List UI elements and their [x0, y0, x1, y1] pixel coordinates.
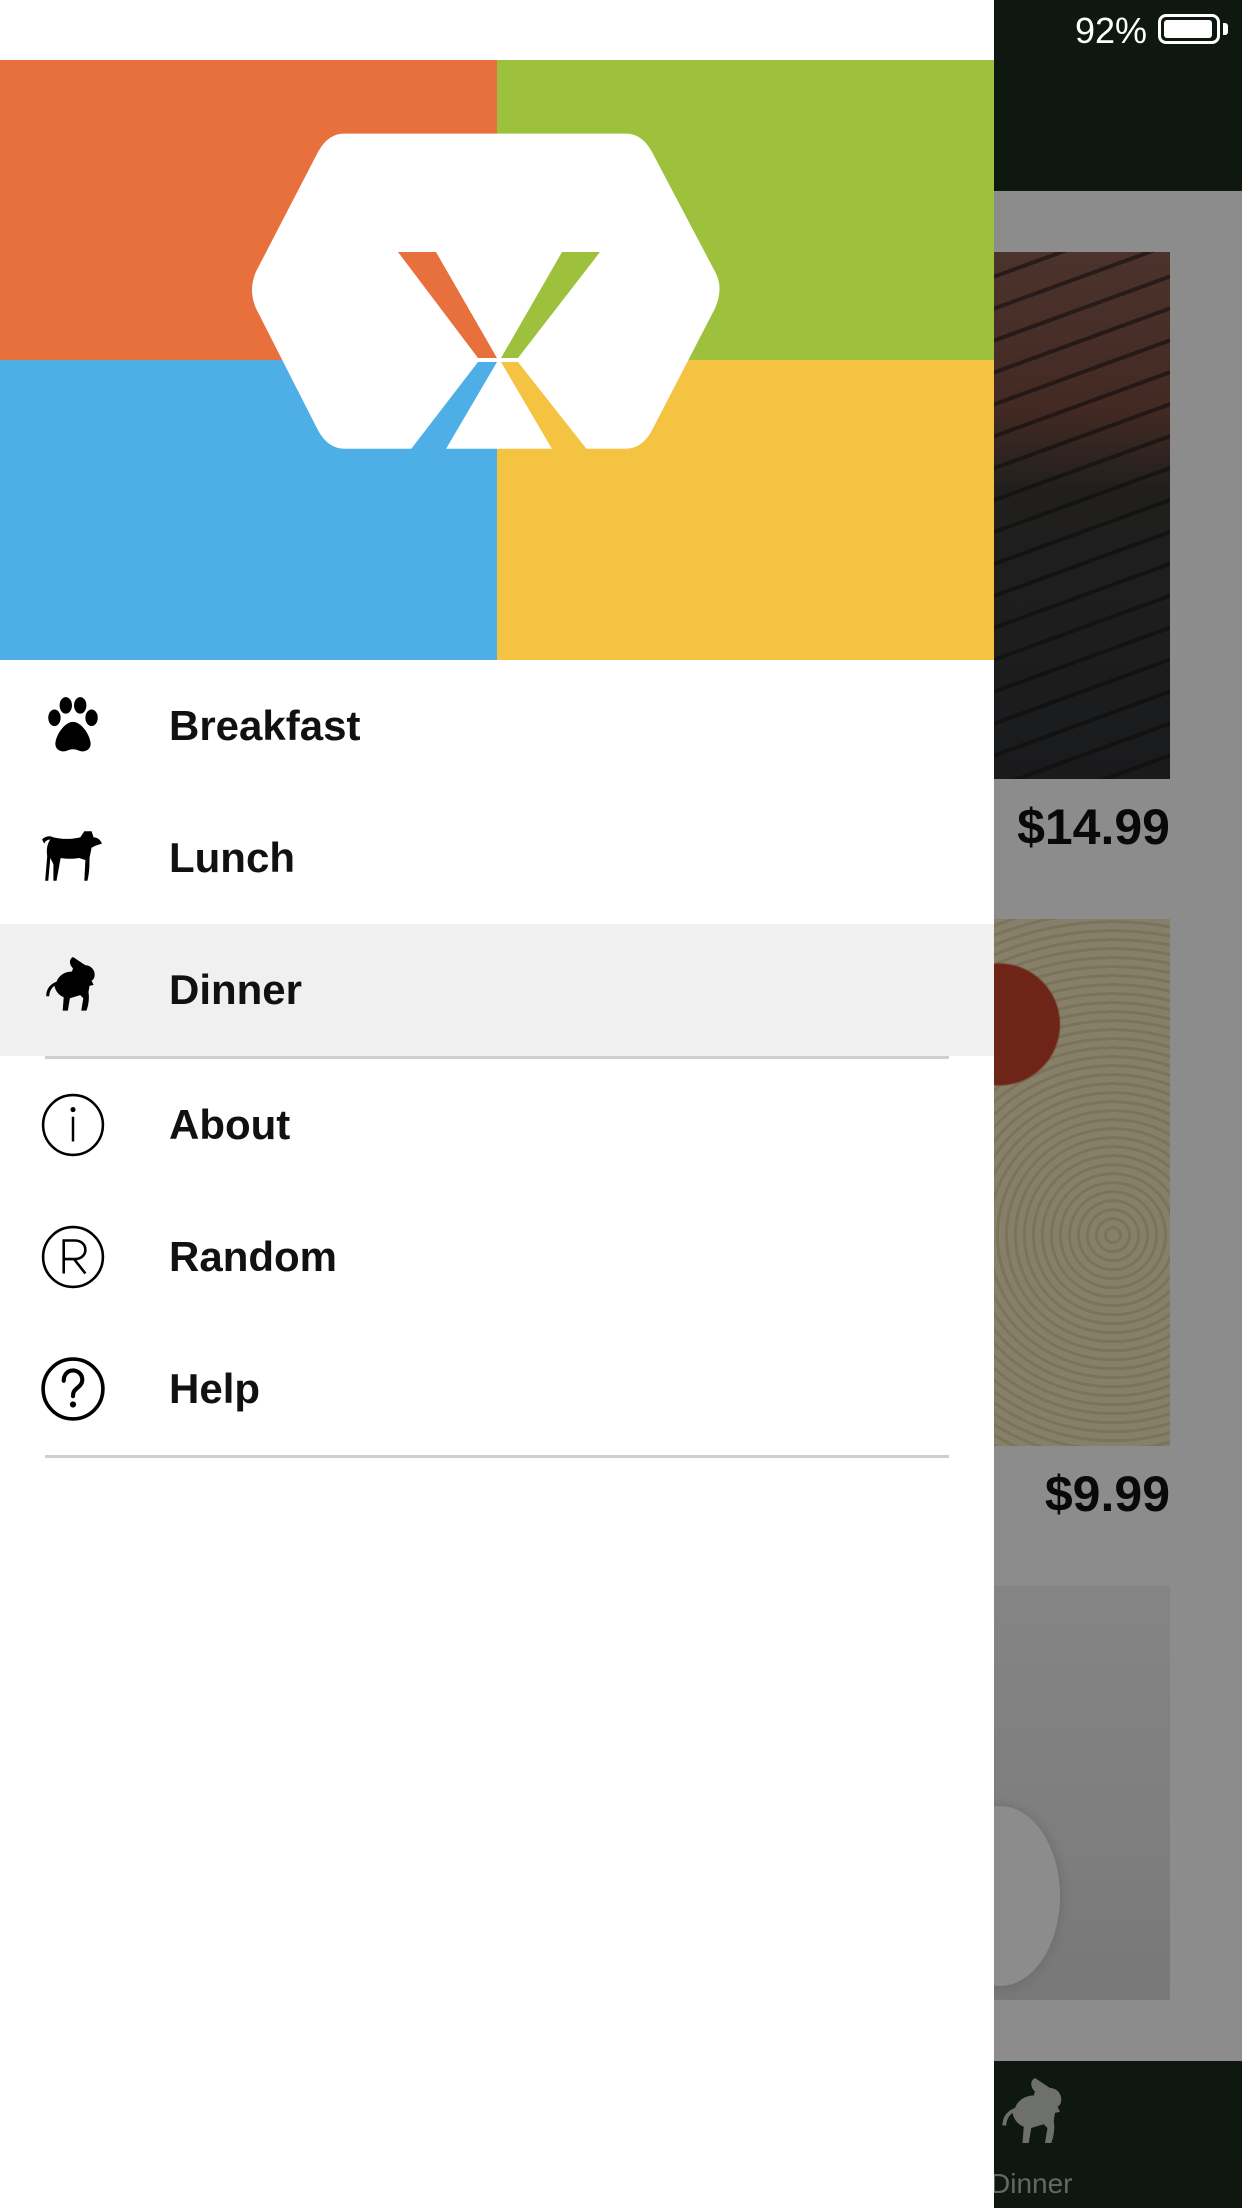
- menu-item-help[interactable]: Help: [0, 1323, 994, 1455]
- menu-item-about[interactable]: About: [0, 1059, 994, 1191]
- menu-item-label: Breakfast: [169, 702, 361, 749]
- menu-item-dinner[interactable]: Dinner: [0, 924, 994, 1056]
- xamarin-logo-icon: [252, 133, 720, 466]
- menu-item-label: Help: [169, 1365, 261, 1412]
- registered-circle-icon: [41, 1225, 105, 1289]
- menu-divider: [45, 1455, 949, 1458]
- dog-icon: [42, 831, 102, 881]
- menu-item-breakfast[interactable]: Breakfast: [0, 660, 994, 792]
- battery-cap: [1223, 23, 1228, 35]
- paw-icon: [48, 697, 98, 752]
- menu-item-label: Lunch: [169, 834, 295, 881]
- menu-item-random[interactable]: Random: [0, 1191, 994, 1323]
- drawer-header: [0, 60, 994, 660]
- help-circle-icon: [41, 1357, 105, 1421]
- menu-item-label: Dinner: [169, 966, 303, 1013]
- info-circle-icon: [41, 1093, 105, 1157]
- menu-item-label: About: [169, 1101, 291, 1148]
- menu-item-lunch[interactable]: Lunch: [0, 792, 994, 924]
- battery-percent: 92%: [1074, 10, 1147, 51]
- navigation-drawer: Breakfast Lunch Dinner About Random Help: [0, 0, 994, 2208]
- menu-item-label: Random: [169, 1233, 337, 1280]
- drawer-menu: Breakfast Lunch Dinner About Random Help: [0, 660, 994, 1458]
- baboon-icon: [46, 957, 95, 1011]
- battery-icon: [1158, 14, 1220, 44]
